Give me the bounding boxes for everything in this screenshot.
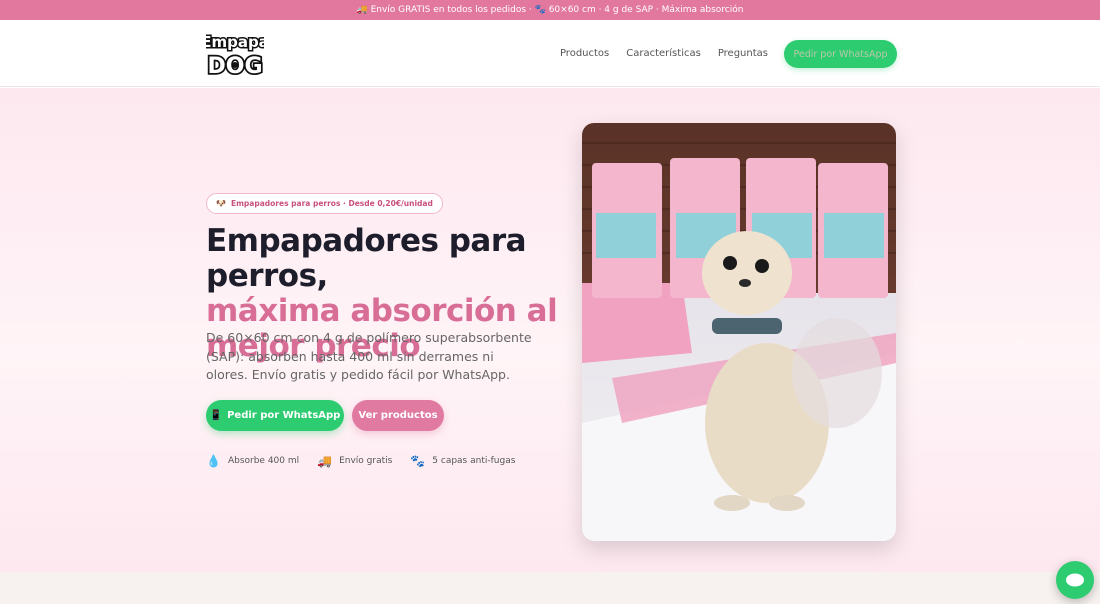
feature-item: 🐾 5 capas anti-fugas <box>410 454 515 468</box>
hero-title-line2: máxima absorción al <box>206 293 558 329</box>
logo-line1: Empapa <box>206 33 264 51</box>
next-section <box>0 572 1100 604</box>
view-products-label: Ver productos <box>358 410 438 421</box>
feature-list: 💧 Absorbe 400 ml 🚚 Envío gratis 🐾 5 capa… <box>206 452 515 470</box>
header-whatsapp-label: Pedir por WhatsApp <box>793 48 888 60</box>
nav-link-preguntas[interactable]: Preguntas <box>718 48 768 59</box>
paw-icon <box>232 62 238 68</box>
announcement-bar: 🚚 Envío GRATIS en todos los pedidos · 🐾 … <box>0 0 1100 20</box>
dog-face-icon: 🐶 <box>216 199 226 208</box>
feature-label: 5 capas anti-fugas <box>432 456 516 466</box>
paw-prints-icon: 🐾 <box>410 454 426 468</box>
whatsapp-chat-button[interactable] <box>1056 561 1094 599</box>
feature-label: Absorbe 400 ml <box>227 456 300 466</box>
water-drop-icon: 💧 <box>206 454 221 468</box>
main-nav: Productos Características Preguntas <box>560 20 768 87</box>
feature-item: 💧 Absorbe 400 ml <box>206 454 299 468</box>
hero-whatsapp-label: Pedir por WhatsApp <box>227 410 341 421</box>
hero-product-photo <box>582 123 896 541</box>
chat-bubble-icon <box>1066 573 1084 587</box>
truck-icon: 🚚 <box>317 454 333 468</box>
hero-badge-text: Empapadores para perros · Desde 0,20€/un… <box>230 199 433 208</box>
hero-title-line1: Empapadores para perros, <box>206 223 527 294</box>
hero-whatsapp-button[interactable]: 📱 Pedir por WhatsApp <box>206 400 344 431</box>
feature-label: Envío gratis <box>339 456 393 466</box>
view-products-button[interactable]: Ver productos <box>352 400 444 431</box>
nav-link-caracteristicas[interactable]: Características <box>626 48 701 59</box>
site-header: Empapa DOG Productos Características Pre… <box>0 20 1100 87</box>
header-whatsapp-button[interactable]: Pedir por WhatsApp <box>784 40 897 68</box>
dog-with-pads-image <box>582 123 896 541</box>
announcement-text: 🚚 Envío GRATIS en todos los pedidos · 🐾 … <box>356 5 744 15</box>
nav-link-productos[interactable]: Productos <box>560 48 609 59</box>
hero-badge: 🐶 Empapadores para perros · Desde 0,20€/… <box>206 193 443 214</box>
feature-item: 🚚 Envío gratis <box>317 454 392 468</box>
hero-description: De 60×60 cm con 4 g de polímero superabs… <box>206 330 532 382</box>
empapadog-logo[interactable]: Empapa DOG <box>206 25 264 81</box>
phone-icon: 📱 <box>209 410 223 421</box>
